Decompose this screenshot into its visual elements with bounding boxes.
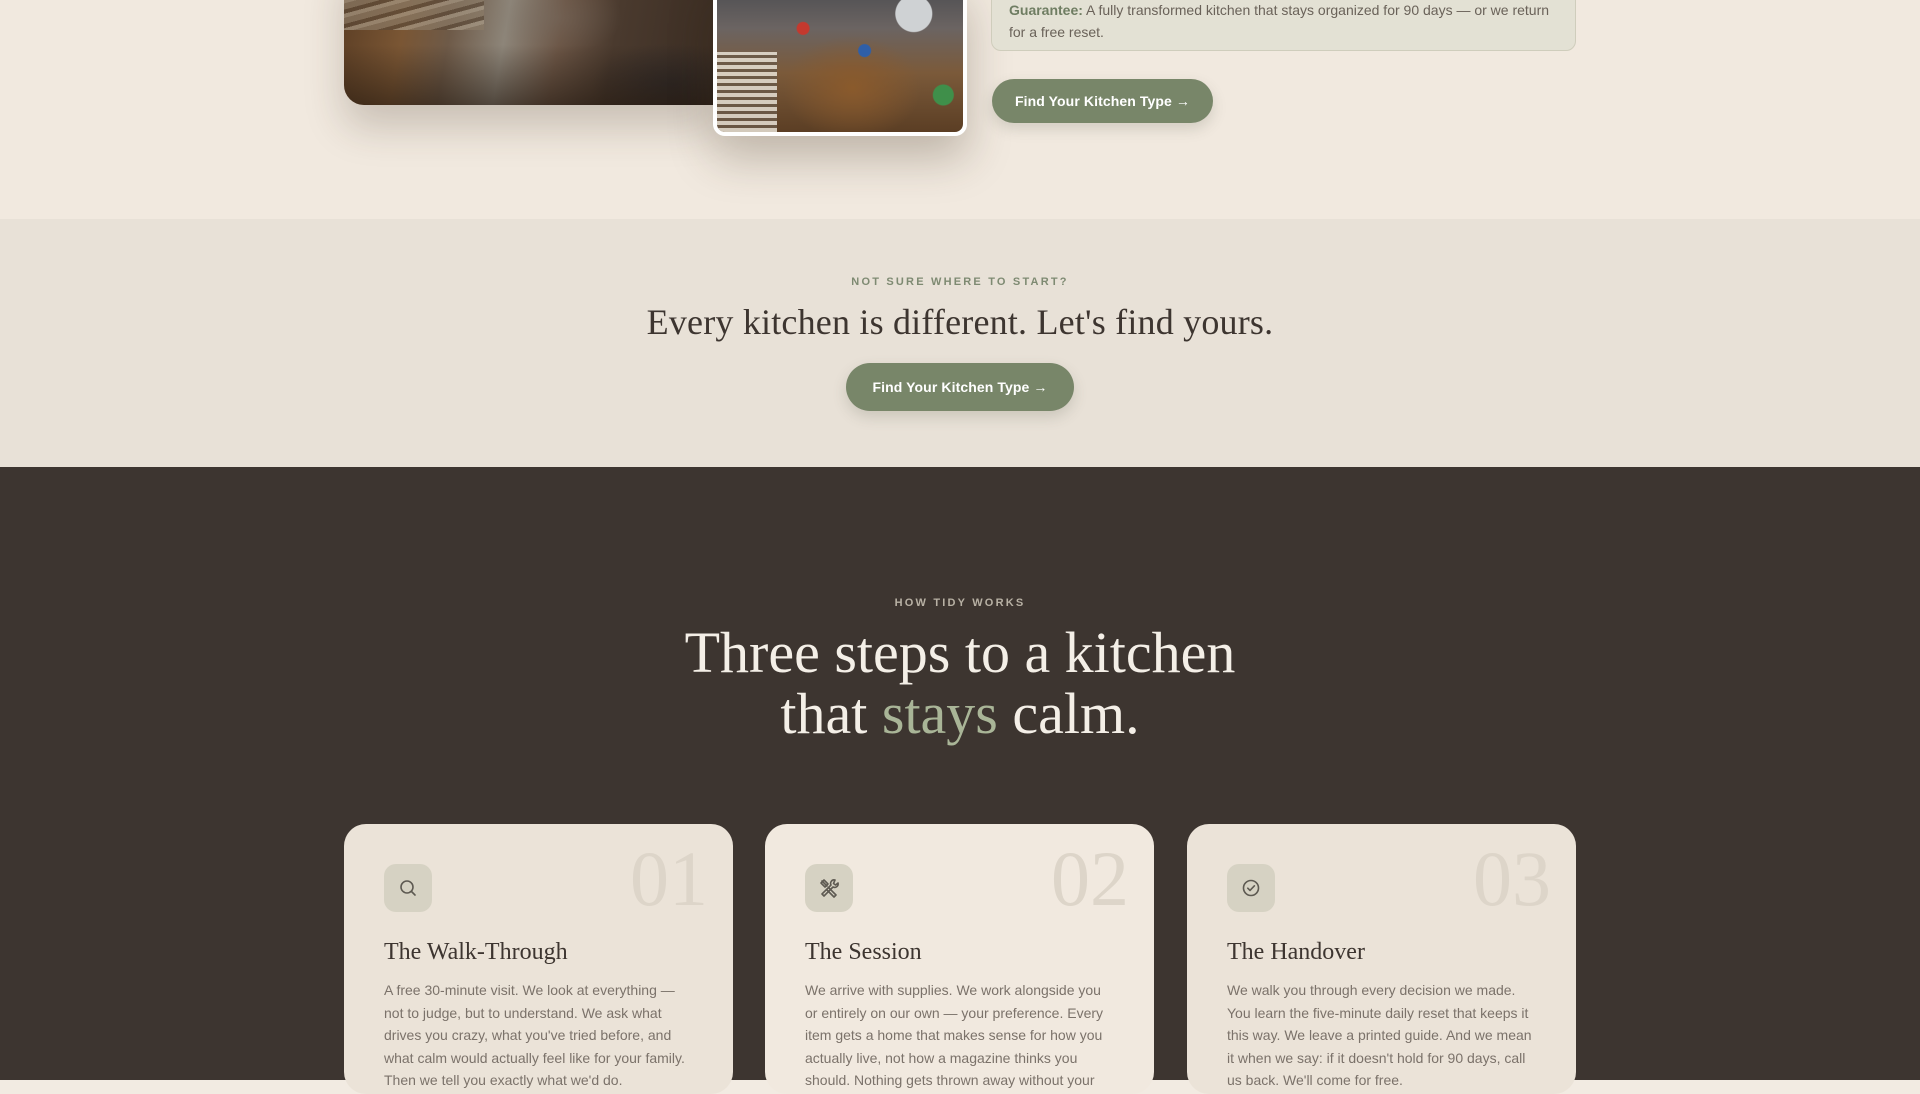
step-number: 03 — [1473, 835, 1551, 922]
step-card: 01 The Walk-Through A free 30-minute vis… — [344, 824, 733, 1094]
step-text: We walk you through every decision we ma… — [1227, 982, 1532, 1088]
cta-eyebrow: NOT SURE WHERE TO START? — [851, 276, 1069, 288]
step-number: 02 — [1051, 835, 1129, 922]
step-number: 01 — [630, 835, 708, 922]
kitchen-photo-secondary — [713, 0, 967, 136]
step-title: The Walk-Through — [384, 939, 568, 965]
check-circle-icon — [1227, 864, 1275, 912]
how-heading-after: calm. — [1012, 681, 1140, 746]
step-text: We arrive with supplies. We work alongsi… — [805, 982, 1104, 1088]
cta-band: NOT SURE WHERE TO START? Every kitchen i… — [0, 219, 1920, 467]
hero-section: Guarantee: A fully transformed kitchen t… — [0, 0, 1920, 219]
step-card: 03 The Handover We walk you through ever… — [1187, 824, 1576, 1094]
tools-icon — [805, 864, 853, 912]
cta-heading: Every kitchen is different. Let's find y… — [646, 302, 1274, 342]
search-icon — [384, 864, 432, 912]
step-title: The Session — [805, 939, 922, 965]
how-heading-accent: stays — [881, 681, 998, 746]
guarantee-label: Guarantee: — [1009, 2, 1083, 18]
step-title: The Handover — [1227, 939, 1365, 965]
find-kitchen-type-button[interactable]: Find Your Kitchen Type → — [992, 79, 1213, 123]
kitchen-photo-main — [344, 0, 714, 105]
step-card: 02 The Session We arrive with supplies. … — [765, 824, 1154, 1094]
guarantee-text: A fully transformed kitchen that stays o… — [1009, 2, 1550, 40]
how-it-works-section: HOW TIDY WORKS Three steps to a kitchen … — [0, 467, 1920, 1094]
step-text: A free 30-minute visit. We look at every… — [384, 982, 685, 1088]
how-heading-line1: Three steps to a kitchen — [684, 620, 1236, 685]
how-eyebrow: HOW TIDY WORKS — [894, 597, 1026, 609]
guarantee-box: Guarantee: A fully transformed kitchen t… — [991, 0, 1576, 51]
find-kitchen-type-button-secondary[interactable]: Find Your Kitchen Type → — [846, 363, 1074, 411]
how-heading-before: that — [780, 681, 868, 746]
how-heading: Three steps to a kitchen that stays calm… — [0, 622, 1920, 744]
